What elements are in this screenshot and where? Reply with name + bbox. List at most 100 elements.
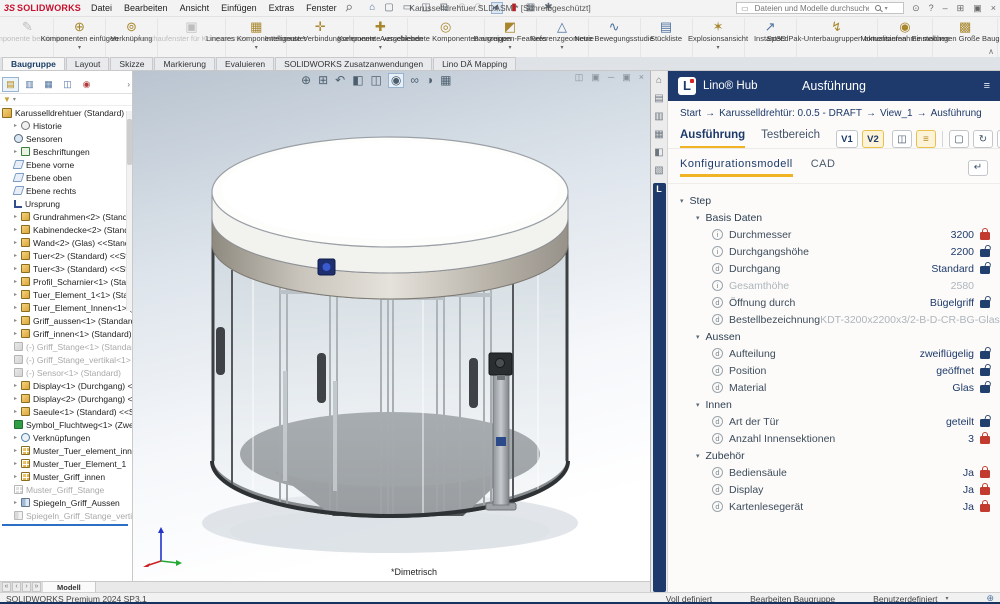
rollback-bar[interactable] — [2, 524, 128, 526]
ribbon-button[interactable]: Explosionsansicht ▾ — [693, 18, 745, 57]
tree-item[interactable]: Historie — [0, 119, 132, 132]
dropdown-caret-icon[interactable]: ▾ — [255, 44, 258, 51]
collapse-caret-icon[interactable] — [680, 197, 684, 205]
expand-arrow-icon[interactable] — [14, 434, 21, 441]
menu-item[interactable]: Einfügen — [221, 3, 257, 13]
expand-arrow-icon[interactable] — [14, 265, 21, 272]
expand-arrow-icon[interactable] — [14, 148, 21, 155]
tree-item[interactable]: Muster_Tuer_Element_1 — [0, 457, 132, 470]
config-row[interactable]: d Art der Tür geteilt — [672, 413, 990, 430]
window-button[interactable] — [957, 4, 965, 13]
config-row-value[interactable]: Bügelgriff — [930, 297, 974, 309]
config-row-value[interactable]: 2200 — [951, 246, 974, 258]
tree-filter[interactable]: ▼ ▾ — [0, 94, 132, 106]
tree-item[interactable]: Tuer<3> (Standard) <<Standard>_A — [0, 262, 132, 275]
dimxpertmanager-tab-icon[interactable] — [59, 77, 76, 92]
tree-item[interactable]: Karusselldrehtuer (Standard) <Anzeigen — [0, 106, 132, 119]
menu-item[interactable]: Ansicht — [180, 3, 210, 13]
tree-item[interactable]: Display<2> (Durchgang) <<Standar — [0, 392, 132, 405]
featuremanager-tab-icon[interactable] — [2, 77, 19, 92]
config-row[interactable]: d Kartenlesegerät Ja — [672, 498, 990, 515]
quick-access-button[interactable] — [511, 3, 517, 13]
quick-access-button[interactable] — [474, 3, 482, 13]
expand-arrow-icon[interactable] — [14, 304, 21, 311]
search-box[interactable]: ▭ ▾ — [736, 2, 904, 14]
config-row[interactable]: d Öffnung durch Bügelgriff — [672, 294, 990, 311]
window-button[interactable] — [991, 4, 996, 13]
model-tab[interactable]: Modell — [43, 582, 96, 592]
collapse-caret-icon[interactable] — [696, 452, 700, 460]
config-row-value[interactable]: Glas — [952, 382, 974, 394]
task-pane-tab-icon[interactable] — [654, 165, 663, 176]
config-row-value[interactable]: 2580 — [951, 280, 974, 292]
command-tab[interactable]: Skizze — [110, 57, 153, 70]
breadcrumb-item[interactable]: Start — [680, 108, 701, 119]
command-tab[interactable]: SOLIDWORKS Zusatzanwendungen — [275, 57, 432, 70]
menu-item[interactable]: Fenster — [306, 3, 337, 13]
expand-arrow-icon[interactable] — [14, 382, 21, 389]
task-pane-tab-icon[interactable] — [654, 147, 663, 158]
config-row[interactable]: i Durchmesser 3200 — [672, 226, 990, 243]
config-row[interactable]: d Bediensäule Ja — [672, 464, 990, 481]
menu-item[interactable]: Extras — [269, 3, 295, 13]
tree-scrollbar[interactable] — [126, 111, 132, 311]
command-tab[interactable]: Evaluieren — [216, 57, 274, 70]
tree-item[interactable]: Wand<2> (Glas) <<Standard>_Anze — [0, 236, 132, 249]
expand-arrow-icon[interactable] — [14, 213, 21, 220]
version-button[interactable]: V1 — [836, 130, 858, 148]
tree-item[interactable]: Sensoren — [0, 132, 132, 145]
config-row-value[interactable]: zweiflügelig — [920, 348, 974, 360]
pin-icon[interactable]: ⚲ — [342, 2, 354, 15]
config-row[interactable]: Step — [672, 192, 990, 209]
expand-arrow-icon[interactable] — [14, 291, 21, 298]
propertymanager-tab-icon[interactable] — [21, 77, 38, 92]
ribbon-button[interactable]: Stückliste — [641, 18, 693, 57]
tree-item[interactable]: Muster_Griff_Stange — [0, 483, 132, 496]
config-row-value[interactable]: 3 — [968, 433, 974, 445]
hud-button[interactable] — [389, 74, 403, 87]
ribbon-button[interactable]: Komponenten einfügen ▾ — [54, 18, 106, 57]
ribbon-button[interactable]: Neue Bewegungsstudie — [589, 18, 641, 57]
hud-button[interactable] — [410, 74, 419, 87]
window-button[interactable] — [912, 4, 920, 13]
configurationmanager-tab-icon[interactable] — [40, 77, 57, 92]
quick-access-button[interactable] — [421, 3, 430, 13]
dropdown-caret-icon[interactable]: ▾ — [561, 44, 564, 51]
config-row[interactable]: Innen — [672, 396, 990, 413]
expand-arrow-icon[interactable] — [14, 239, 21, 246]
hud-button[interactable] — [318, 74, 328, 87]
view-mode-button[interactable] — [916, 130, 936, 148]
breadcrumb-item[interactable]: Karusselldrehtür: 0.0.5 - DRAFT — [719, 108, 862, 119]
config-row[interactable]: d Material Glas — [672, 379, 990, 396]
expand-arrow-icon[interactable] — [14, 395, 21, 402]
collapse-caret-icon[interactable] — [696, 333, 700, 341]
tab-nav-button[interactable] — [22, 582, 31, 592]
command-tab[interactable]: Baugruppe — [2, 57, 65, 70]
config-row-value[interactable]: Ja — [963, 501, 974, 513]
task-pane-tab-icon[interactable] — [654, 93, 663, 104]
task-pane-tab-icon[interactable] — [656, 75, 662, 86]
dropdown-caret-icon[interactable]: ▾ — [78, 44, 81, 51]
expand-arrow-icon[interactable] — [14, 122, 21, 129]
doc-window-button[interactable] — [639, 72, 644, 83]
breadcrumb-item[interactable]: Ausführung — [931, 108, 982, 119]
hud-button[interactable] — [371, 74, 382, 87]
quick-access-button[interactable] — [384, 3, 393, 13]
tree-item[interactable]: Tuer<2> (Standard) <<Standard>_A — [0, 249, 132, 262]
search-icon[interactable] — [875, 5, 881, 11]
expand-arrow-icon[interactable] — [14, 278, 21, 285]
hud-button[interactable] — [335, 74, 345, 87]
doc-window-button[interactable] — [608, 72, 614, 83]
tree-item[interactable]: (-) Griff_Stange_vertikal<1> (Standa — [0, 353, 132, 366]
action-button[interactable] — [949, 130, 969, 148]
tree-item[interactable]: Ursprung — [0, 197, 132, 210]
tree-item[interactable]: Tuer_Element_1<1> (Standard) <<St — [0, 288, 132, 301]
lino-hub-tab-icon[interactable]: L — [653, 183, 666, 592]
collapse-caret-icon[interactable] — [696, 214, 700, 222]
tree-item[interactable]: Griff_innen<1> (Standard) <<Standa — [0, 327, 132, 340]
expand-arrow-icon[interactable] — [14, 317, 21, 324]
config-row[interactable]: d Display Ja — [672, 481, 990, 498]
tree-item[interactable]: Saeule<1> (Standard) <<Standard> — [0, 405, 132, 418]
collapse-caret-icon[interactable] — [696, 401, 700, 409]
hud-button[interactable] — [352, 74, 363, 87]
